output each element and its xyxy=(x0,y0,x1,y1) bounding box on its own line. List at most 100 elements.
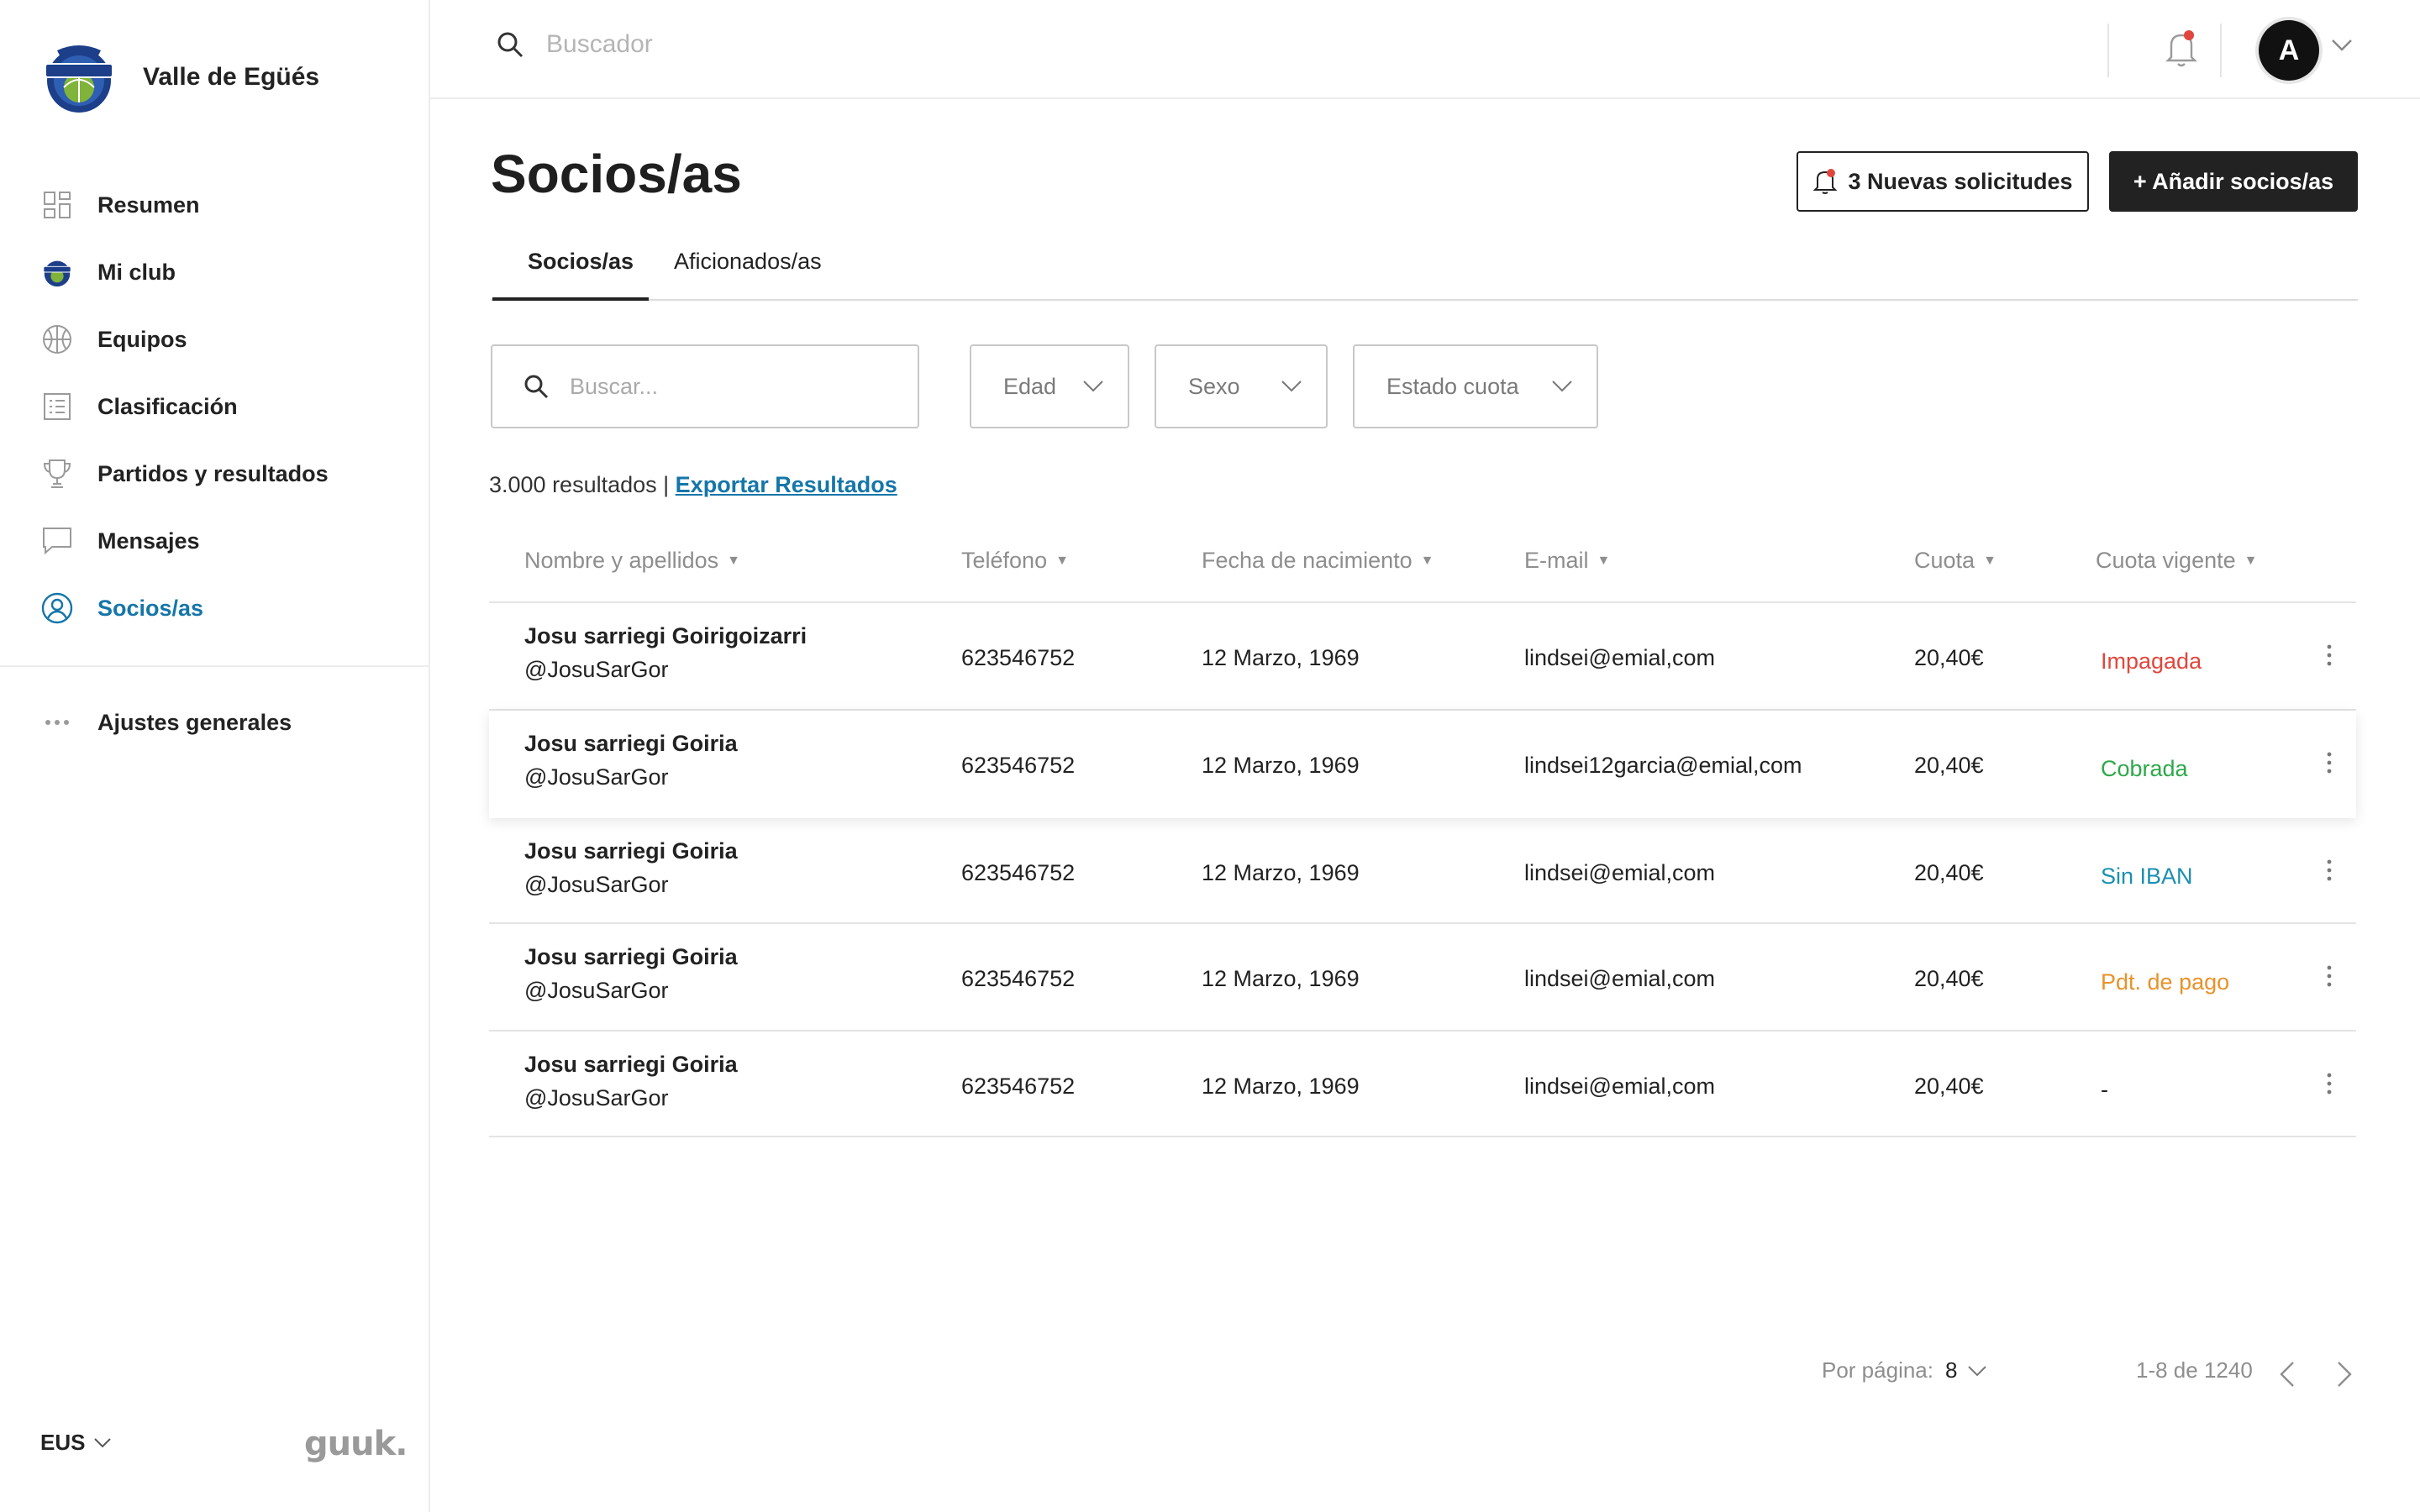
topbar-divider xyxy=(2107,24,2109,77)
member-birth-date: 12 Marzo, 1969 xyxy=(1202,1074,1360,1099)
column-header-label: Teléfono xyxy=(961,548,1048,573)
more-vertical-icon[interactable] xyxy=(2324,1072,2334,1095)
club-crest-icon xyxy=(45,45,113,113)
member-username: @JosuSarGor xyxy=(524,978,669,1003)
tab-aficionados[interactable]: Aficionados/as xyxy=(674,249,822,275)
export-results-link[interactable]: Exportar Resultados xyxy=(676,472,897,497)
sidebar-item-label: Mensajes xyxy=(97,528,200,554)
member-phone: 623546752 xyxy=(961,1074,1076,1099)
chevron-down-icon[interactable] xyxy=(2331,39,2353,52)
column-header-label: Cuota vigente xyxy=(2096,548,2236,573)
more-horizontal-icon xyxy=(40,706,74,739)
more-vertical-icon[interactable] xyxy=(2324,751,2334,774)
member-birth-date: 12 Marzo, 1969 xyxy=(1202,645,1360,670)
dashboard-icon xyxy=(40,188,74,222)
top-bar: A xyxy=(430,0,2420,99)
sidebar-item-mensajes[interactable]: Mensajes xyxy=(0,507,429,575)
member-phone: 623546752 xyxy=(961,860,1076,885)
sort-caret-icon: ▼ xyxy=(727,553,740,568)
trophy-icon xyxy=(40,457,74,491)
active-tab-indicator xyxy=(492,297,649,301)
sidebar-item-mi-club[interactable]: Mi club xyxy=(0,239,429,306)
sidebar: Valle de Egüés Resumen Mi club Equipos C… xyxy=(0,0,430,1512)
bell-icon xyxy=(2165,30,2197,67)
results-count: 3.000 resultados | xyxy=(489,472,670,497)
table-row[interactable]: Josu sarriegi Goiria @JosuSarGor 623546752… xyxy=(489,818,2356,924)
member-username: @JosuSarGor xyxy=(524,1085,669,1110)
sort-caret-icon: ▼ xyxy=(1055,553,1069,568)
member-icon xyxy=(40,591,74,625)
chevron-right-icon[interactable] xyxy=(2336,1361,2353,1388)
sex-filter[interactable]: Sexo xyxy=(1155,344,1328,428)
chevron-down-icon xyxy=(1083,381,1103,392)
column-header-fee[interactable]: Cuota ▼ xyxy=(1914,548,1996,574)
member-fee: 20,40€ xyxy=(1914,1074,1984,1099)
table-row[interactable]: Josu sarriegi Goiria @JosuSarGor 623546752… xyxy=(489,924,2356,1032)
member-birth-date: 12 Marzo, 1969 xyxy=(1202,753,1360,778)
column-header-label: E-mail xyxy=(1524,548,1589,573)
notifications-button[interactable] xyxy=(2163,29,2200,73)
table-header: Nombre y apellidos ▼ Teléfono ▼ Fecha de n… xyxy=(489,533,2356,603)
per-page-value: 8 xyxy=(1944,1357,1958,1383)
global-search-input[interactable] xyxy=(546,30,1302,59)
chat-icon xyxy=(40,524,74,558)
member-name: Josu sarriegi Goiria xyxy=(524,731,738,756)
new-requests-button[interactable]: 3 Nuevas solicitudes xyxy=(1797,151,2089,212)
column-header-fee-status[interactable]: Cuota vigente ▼ xyxy=(2096,548,2257,574)
column-header-email[interactable]: E-mail ▼ xyxy=(1524,548,1610,574)
age-filter-label: Edad xyxy=(1003,373,1057,399)
list-icon xyxy=(40,390,74,423)
sidebar-item-equipos[interactable]: Equipos xyxy=(0,306,429,373)
sort-caret-icon: ▼ xyxy=(2244,553,2258,568)
member-phone: 623546752 xyxy=(961,966,1076,991)
table-row[interactable]: Josu sarriegi Goiria @JosuSarGor 623546752… xyxy=(489,1032,2356,1137)
club-brand[interactable]: Valle de Egüés xyxy=(35,39,319,116)
more-vertical-icon[interactable] xyxy=(2324,964,2334,988)
fee-status-badge: Pdt. de pago xyxy=(2101,969,2230,995)
table-row[interactable]: Josu sarriegi Goirigoizarri @JosuSarGor 62… xyxy=(489,603,2356,711)
member-name: Josu sarriegi Goiria xyxy=(524,1052,738,1077)
column-header-birth[interactable]: Fecha de nacimiento ▼ xyxy=(1202,548,1434,574)
column-header-label: Nombre y apellidos xyxy=(524,548,719,573)
sidebar-item-socios[interactable]: Socios/as xyxy=(0,575,429,642)
per-page-selector[interactable]: Por página: 8 xyxy=(1822,1357,1987,1383)
sidebar-item-ajustes[interactable]: Ajustes generales xyxy=(0,689,429,756)
column-header-name[interactable]: Nombre y apellidos ▼ xyxy=(524,548,740,574)
sidebar-item-clasificacion[interactable]: Clasificación xyxy=(0,373,429,440)
sort-caret-icon: ▼ xyxy=(1983,553,1996,568)
member-email: lindsei@emial,com xyxy=(1524,645,1715,670)
language-selector[interactable]: EUS xyxy=(40,1430,112,1456)
page-title: Socios/as xyxy=(491,144,742,204)
add-member-button[interactable]: + Añadir socios/as xyxy=(2109,151,2358,212)
age-filter[interactable]: Edad xyxy=(970,344,1129,428)
column-header-label: Cuota xyxy=(1914,548,1975,573)
member-fee: 20,40€ xyxy=(1914,860,1984,885)
member-fee: 20,40€ xyxy=(1914,645,1984,670)
sidebar-divider xyxy=(0,665,429,667)
fee-status-badge: Sin IBAN xyxy=(2101,864,2193,889)
bell-icon xyxy=(1813,169,1838,194)
column-header-phone[interactable]: Teléfono ▼ xyxy=(961,548,1069,574)
tab-socios[interactable]: Socios/as xyxy=(528,249,634,275)
member-fee: 20,40€ xyxy=(1914,966,1984,991)
avatar[interactable]: A xyxy=(2259,20,2319,81)
sort-caret-icon: ▼ xyxy=(1420,553,1434,568)
more-vertical-icon[interactable] xyxy=(2324,643,2334,667)
fee-status-filter[interactable]: Estado cuota xyxy=(1353,344,1598,428)
member-search-input[interactable] xyxy=(570,373,889,400)
chevron-down-icon xyxy=(94,1437,112,1447)
club-name: Valle de Egüés xyxy=(143,63,320,91)
more-vertical-icon[interactable] xyxy=(2324,858,2334,882)
member-email: lindsei@emial,com xyxy=(1524,1074,1715,1099)
table-row[interactable]: Josu sarriegi Goiria @JosuSarGor 623546752… xyxy=(489,711,2356,818)
member-birth-date: 12 Marzo, 1969 xyxy=(1202,860,1360,885)
chevron-down-icon xyxy=(1281,381,1302,392)
new-requests-label: 3 Nuevas solicitudes xyxy=(1848,168,2073,194)
sidebar-item-resumen[interactable]: Resumen xyxy=(0,171,429,239)
sidebar-item-partidos[interactable]: Partidos y resultados xyxy=(0,440,429,507)
member-phone: 623546752 xyxy=(961,753,1076,778)
chevron-left-icon[interactable] xyxy=(2279,1361,2296,1388)
topbar-divider xyxy=(2220,24,2222,77)
fee-status-badge: Cobrada xyxy=(2101,756,2188,781)
sort-caret-icon: ▼ xyxy=(1597,553,1611,568)
